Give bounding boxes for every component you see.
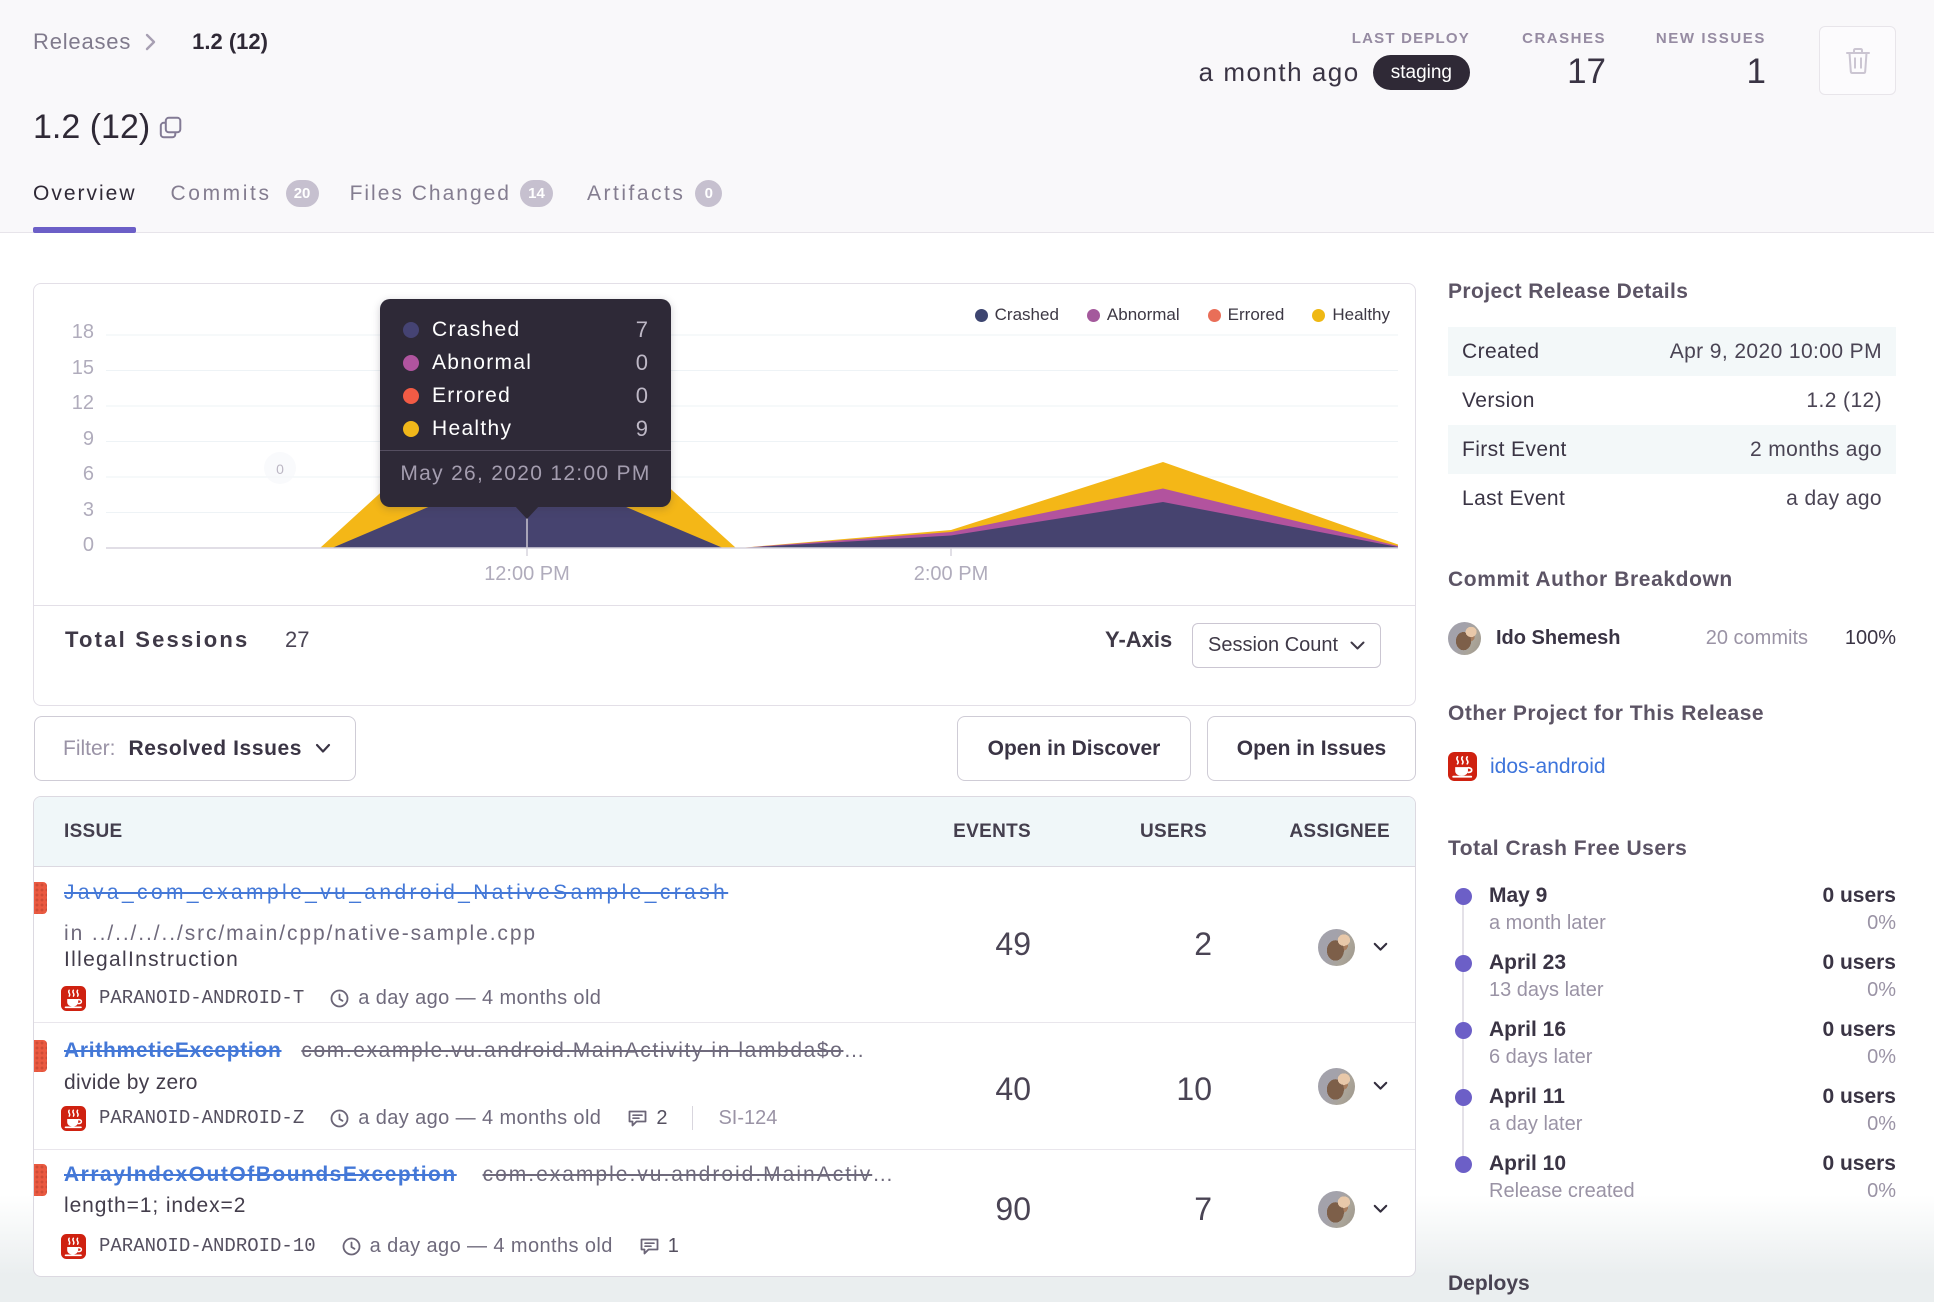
svg-text:0: 0 [276, 461, 284, 477]
